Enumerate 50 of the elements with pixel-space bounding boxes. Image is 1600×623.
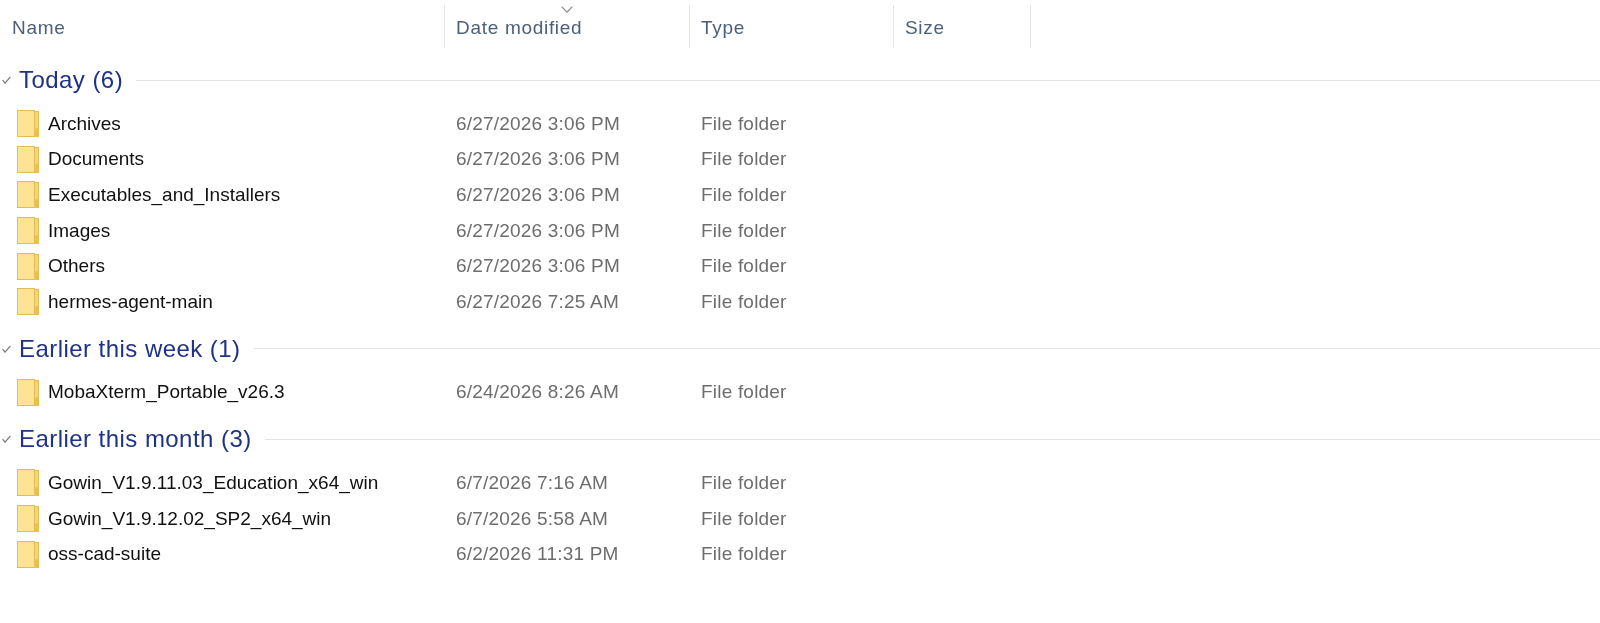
date-modified: 6/7/2026 7:16 AM — [456, 471, 609, 493]
file-name[interactable]: Images — [48, 219, 111, 242]
file-type: File folder — [701, 184, 787, 205]
date-modified: 6/27/2026 3:06 PM — [456, 219, 620, 241]
file-name[interactable]: Documents — [48, 148, 145, 171]
file-type: File folder — [701, 543, 787, 565]
file-name[interactable]: Executables_and_Installers — [48, 184, 281, 206]
chevron-icon[interactable] — [2, 76, 11, 84]
file-name[interactable]: Archives — [48, 112, 121, 135]
column-header[interactable]: Size — [894, 5, 1031, 48]
date-modified: 6/24/2026 8:26 AM — [456, 381, 619, 403]
file-name[interactable]: Others — [48, 255, 106, 278]
folder-icon — [17, 469, 39, 497]
folder-icon — [17, 181, 39, 209]
column-header[interactable]: Date modified — [445, 5, 690, 48]
file-type: File folder — [701, 381, 787, 403]
chevron-icon[interactable] — [2, 344, 11, 353]
file-name[interactable]: oss-cad-suite — [48, 543, 161, 566]
file-type: File folder — [701, 219, 787, 241]
date-modified: 6/27/2026 3:06 PM — [456, 255, 620, 277]
date-modified: 6/27/2026 7:25 AM — [456, 290, 619, 312]
file-name[interactable]: MobaXterm_Portable_v26.3 — [48, 381, 285, 404]
folder-icon — [17, 288, 39, 316]
column-header[interactable]: Name — [0, 5, 445, 48]
file-type: File folder — [701, 507, 787, 529]
column-header[interactable]: Type — [690, 5, 894, 48]
group-title: Today (6) — [19, 66, 124, 94]
file-type: File folder — [701, 255, 787, 277]
folder-icon — [17, 540, 39, 568]
folder-icon — [17, 217, 39, 245]
folder-icon — [17, 378, 39, 406]
group-title: Earlier this month (3) — [19, 425, 252, 454]
file-name[interactable]: hermes-agent-main — [48, 290, 213, 313]
date-modified: 6/27/2026 3:06 PM — [456, 184, 620, 205]
file-type: File folder — [701, 290, 787, 312]
date-modified: 6/27/2026 3:06 PM — [456, 112, 620, 134]
chevron-icon[interactable] — [2, 435, 11, 444]
folder-icon — [17, 145, 39, 173]
folder-icon — [17, 252, 39, 280]
file-type: File folder — [701, 471, 787, 493]
file-type: File folder — [701, 112, 787, 134]
date-modified: 6/2/2026 11:31 PM — [456, 543, 619, 565]
folder-icon — [17, 110, 39, 138]
file-name[interactable]: Gowin_V1.9.11.03_Education_x64_win — [48, 471, 379, 494]
date-modified: 6/7/2026 5:58 AM — [456, 507, 609, 529]
folder-icon — [17, 505, 39, 533]
group-title: Earlier this week (1) — [19, 334, 241, 363]
file-type: File folder — [701, 148, 787, 170]
file-name[interactable]: Gowin_V1.9.12.02_SP2_x64_win — [48, 507, 332, 530]
date-modified: 6/27/2026 3:06 PM — [456, 148, 620, 170]
